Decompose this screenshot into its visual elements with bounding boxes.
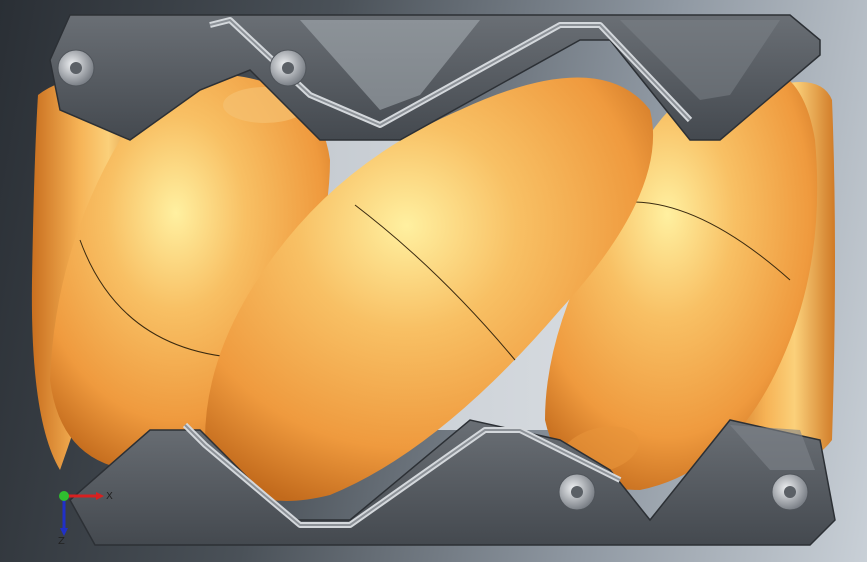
cap-screw[interactable] [771,473,809,511]
cap-screw[interactable] [269,49,307,87]
cap-screw[interactable] [57,49,95,87]
cap-screw[interactable] [558,473,596,511]
reference-triad: X Z [58,491,113,547]
y-axis-dot [59,491,69,501]
3d-viewport[interactable]: X Z [0,0,867,562]
hub-plate-bottom[interactable] [69,419,836,546]
z-axis-label: Z [58,536,65,547]
x-axis-label: X [106,491,113,502]
mecanum-wheel-model[interactable] [0,0,867,562]
